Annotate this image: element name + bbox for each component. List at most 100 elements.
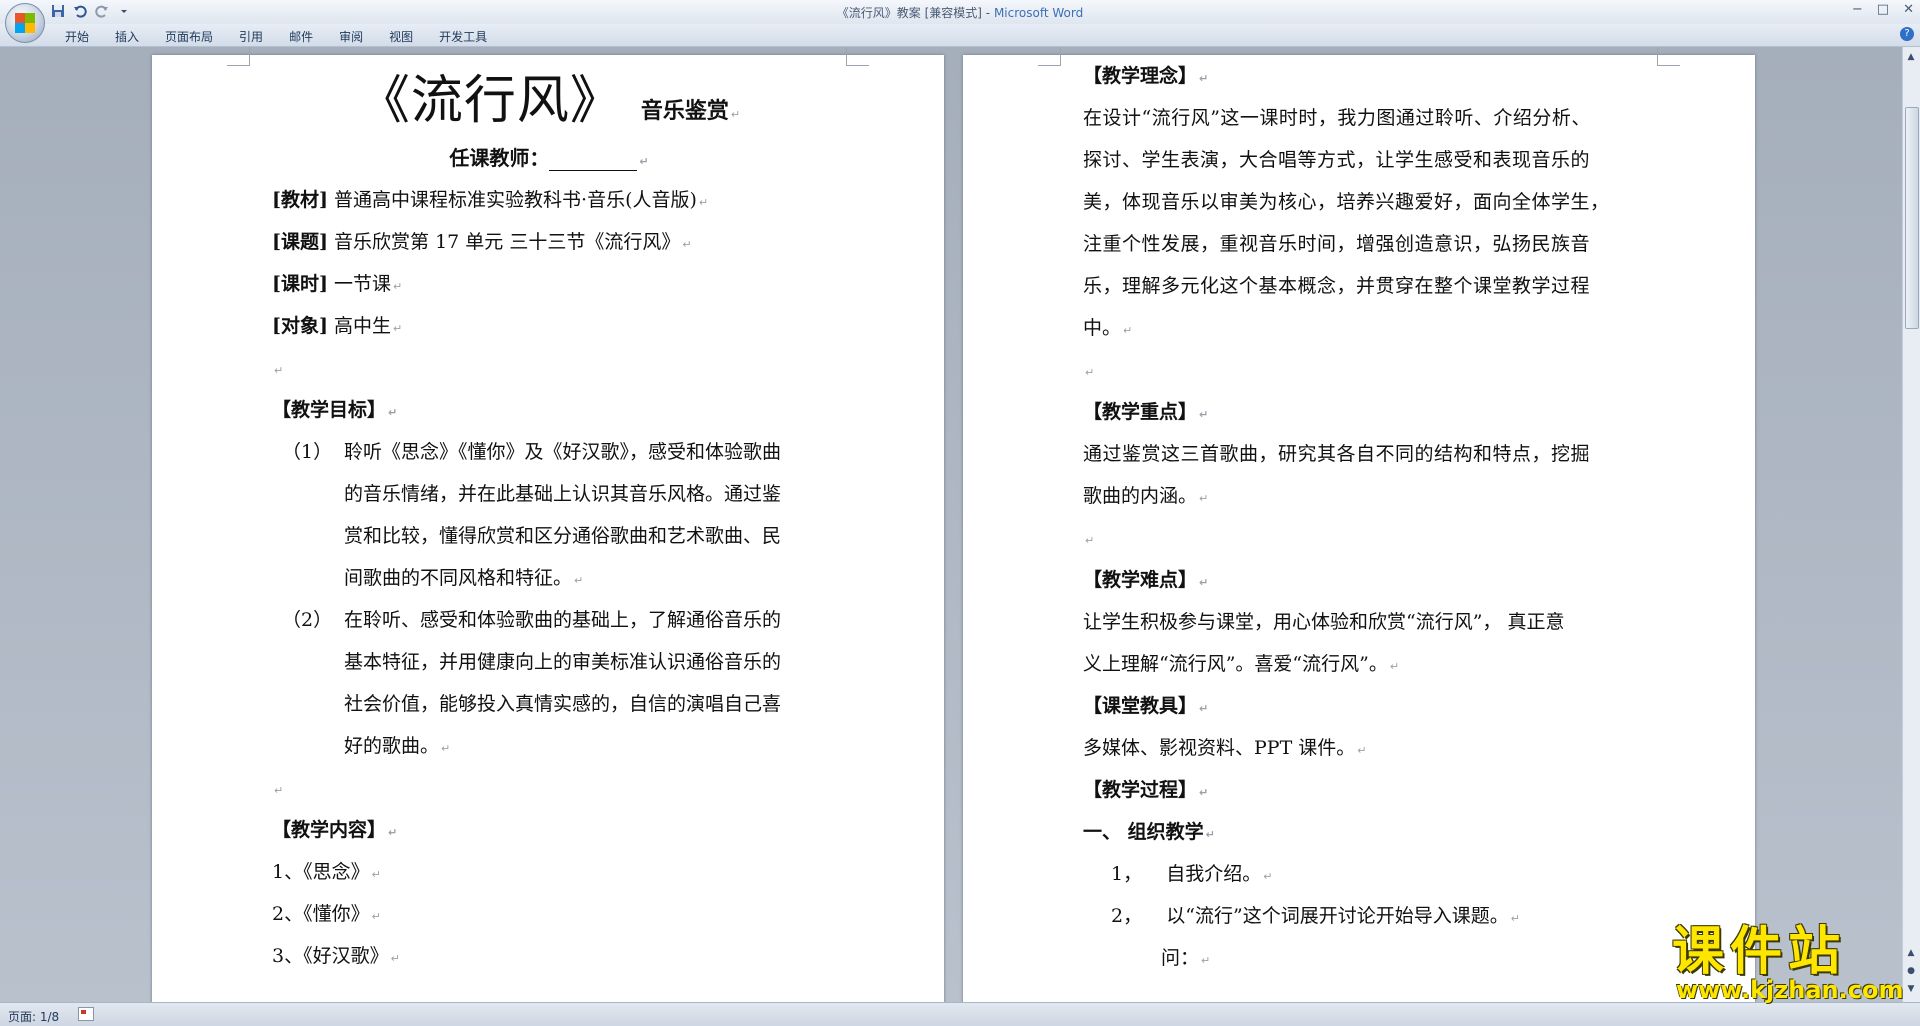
tab-mailings[interactable]: 邮件	[276, 28, 326, 45]
crop-mark	[1038, 47, 1061, 66]
goal-line-text: 间歌曲的不同风格和特征。	[344, 567, 573, 589]
watermark-url: www.kjzhan.com	[1676, 976, 1904, 1004]
previous-page-icon[interactable]: ▲	[1905, 947, 1917, 959]
paragraph-mark: ↵	[274, 784, 284, 797]
body-line: 注重个性发展，重视音乐时间，增强创造意识，弘扬民族音	[1083, 233, 1591, 255]
crop-mark	[1657, 47, 1680, 66]
ribbon-tabs: 开始 插入 页面布局 引用 邮件 审阅 视图 开发工具	[52, 28, 500, 45]
paragraph-mark: ↵	[393, 322, 403, 335]
maximize-button[interactable]: □	[1877, 2, 1889, 17]
goal-line-last: 好的歌曲。 ↵	[344, 725, 826, 767]
tab-references[interactable]: 引用	[226, 28, 276, 45]
body-text: 中。	[1083, 317, 1122, 339]
process-step: 一、 组织教学 ↵	[1083, 811, 1637, 853]
question-text: 问：	[1161, 947, 1200, 969]
page-1[interactable]: 《流行风》 音乐鉴赏 ↵ 任课教师： ↵ [教材] 普通高中课程标准实验教科书·音乐(…	[152, 47, 944, 1002]
process-item-text: 以“流行”这个词展开讨论开始导入课题。	[1166, 905, 1509, 927]
paragraph-mark: ↵	[1085, 534, 1095, 547]
process-item: 2， 以“流行”这个词展开讨论开始导入课题。 ↵	[1083, 895, 1637, 937]
meta-line: [教材] 普通高中课程标准实验教科书·音乐(人音版) ↵	[272, 179, 826, 221]
document-workspace: 《流行风》 音乐鉴赏 ↵ 任课教师： ↵ [教材] 普通高中课程标准实验教科书·音乐(…	[0, 47, 1903, 1002]
meta-label: [教材]	[272, 189, 328, 211]
heading-text: 【教学重点】	[1083, 401, 1198, 423]
close-button[interactable]: ✕	[1903, 2, 1914, 17]
title-bar: 《流行风》教案 [兼容模式] - Microsoft Word − □ ✕	[0, 0, 1920, 25]
status-bar: 页面: 1/8	[0, 1002, 1920, 1026]
vertical-scrollbar[interactable]: ▲ ▲ ● ▼	[1902, 47, 1920, 1002]
content-item-text: 3、《好汉歌》	[272, 945, 389, 967]
body-line: 乐，理解多元化这个基本概念，并贯穿在整个课堂教学过程	[1083, 275, 1591, 297]
heading-text: 【教学理念】	[1083, 65, 1198, 87]
paragraph-mark: ↵	[1263, 870, 1273, 883]
paragraph-mark: ↵	[441, 742, 451, 755]
paragraph-mark: ↵	[1201, 954, 1211, 967]
paragraph-mark: ↵	[639, 155, 649, 168]
goal-number: （1）	[282, 441, 333, 463]
title-main: 《流行风》	[357, 71, 623, 131]
process-step-text: 一、 组织教学	[1083, 821, 1204, 843]
page-1-content[interactable]: 《流行风》 音乐鉴赏 ↵ 任课教师： ↵ [教材] 普通高中课程标准实验教科书·音乐(…	[272, 55, 826, 977]
paragraph-mark: ↵	[1205, 828, 1215, 841]
crop-mark	[846, 47, 869, 66]
meta-line: [课时] 一节课 ↵	[272, 263, 826, 305]
heading-text: 【教学目标】	[272, 399, 387, 421]
heading-text: 【教学难点】	[1083, 569, 1198, 591]
section-heading-difficulty: 【教学难点】 ↵	[1083, 559, 1637, 601]
paragraph-mark: ↵	[1199, 786, 1209, 799]
tab-page-layout[interactable]: 页面布局	[152, 28, 226, 45]
page-2[interactable]: 【教学理念】 ↵ 在设计“流行风”这一课时时，我力图通过聆听、介绍分析、 探讨、学…	[963, 47, 1755, 1002]
minimize-button[interactable]: −	[1852, 2, 1863, 17]
document-name: 《流行风》教案 [兼容模式]	[836, 6, 982, 20]
help-icon[interactable]: ?	[1900, 27, 1914, 41]
tab-view[interactable]: 视图	[376, 28, 426, 45]
heading-text: 【教学内容】	[272, 819, 387, 841]
paragraph-mark: ↵	[1085, 366, 1095, 379]
scrollbar-thumb[interactable]	[1905, 107, 1919, 329]
page-2-content[interactable]: 【教学理念】 ↵ 在设计“流行风”这一课时时，我力图通过聆听、介绍分析、 探讨、学…	[1083, 55, 1637, 979]
meta-value: 普通高中课程标准实验教科书·音乐(人音版)	[334, 189, 697, 211]
document-title: 《流行风》 音乐鉴赏 ↵	[272, 65, 826, 137]
body-text: 歌曲的内涵。	[1083, 485, 1198, 507]
office-button[interactable]	[5, 3, 45, 43]
tab-insert[interactable]: 插入	[102, 28, 152, 45]
body-line: 通过鉴赏这三首歌曲，研究其各自不同的结构和特点，挖掘	[1083, 443, 1591, 465]
goal-line-last: 间歌曲的不同风格和特征。 ↵	[344, 557, 826, 599]
heading-text: 【课堂教具】	[1083, 695, 1198, 717]
paragraph-mark: ↵	[1510, 912, 1520, 925]
title-separator: -	[981, 6, 994, 20]
meta-line: [对象] 高中生 ↵	[272, 305, 826, 347]
meta-label: [对象]	[272, 315, 328, 337]
tab-home[interactable]: 开始	[52, 28, 102, 45]
body-line: 在设计“流行风”这一课时时，我力图通过聆听、介绍分析、	[1083, 107, 1591, 129]
goal-item: （1） 聆听《思念》《懂你》及《好汉歌》，感受和体验歌曲 的音乐情绪，并在此基础…	[272, 431, 826, 599]
content-item-text: 1、《思念》	[272, 861, 370, 883]
tab-developer[interactable]: 开发工具	[426, 28, 500, 45]
content-item: 2、《懂你》 ↵	[272, 893, 826, 935]
empty-paragraph: ↵	[1083, 349, 1637, 391]
macro-record-icon[interactable]	[78, 1007, 94, 1021]
teacher-blank	[549, 148, 638, 171]
crop-mark	[227, 47, 250, 66]
paragraph-mark: ↵	[1123, 324, 1133, 337]
goal-line: 赏和比较，懂得欣赏和区分通俗歌曲和艺术歌曲、民	[344, 525, 782, 547]
tab-review[interactable]: 审阅	[326, 28, 376, 45]
body-text: 义上理解“流行风”。喜爱“流行风”。	[1083, 653, 1388, 675]
section-heading-key: 【教学重点】 ↵	[1083, 391, 1637, 433]
scroll-up-icon[interactable]: ▲	[1905, 51, 1917, 63]
body-line-last: 多媒体、影视资料、PPT 课件。 ↵	[1083, 727, 1637, 769]
goal-text: 聆听《思念》《懂你》及《好汉歌》，感受和体验歌曲 的音乐情绪，并在此基础上认识其…	[344, 431, 826, 599]
goal-item: （2） 在聆听、感受和体验歌曲的基础上，了解通俗音乐的 基本特征，并用健康向上的…	[272, 599, 826, 767]
paragraph-mark: ↵	[371, 868, 381, 881]
page-count[interactable]: 页面: 1/8	[8, 1008, 59, 1025]
goal-text: 在聆听、感受和体验歌曲的基础上，了解通俗音乐的 基本特征，并用健康向上的审美标准…	[344, 599, 826, 767]
paragraph-mark: ↵	[393, 280, 403, 293]
content-item: 3、《好汉歌》 ↵	[272, 935, 826, 977]
meta-value: 音乐欣赏第 17 单元 三十三节《流行风》	[334, 231, 681, 253]
paragraph-mark: ↵	[698, 196, 709, 209]
browse-object-icon[interactable]: ●	[1905, 965, 1917, 977]
paragraph-mark: ↵	[1199, 702, 1209, 715]
body-line-last: 歌曲的内涵。 ↵	[1083, 475, 1637, 517]
goal-number: （2）	[282, 609, 333, 631]
section-heading-idea: 【教学理念】 ↵	[1083, 55, 1637, 97]
next-page-icon[interactable]: ▼	[1905, 983, 1917, 995]
